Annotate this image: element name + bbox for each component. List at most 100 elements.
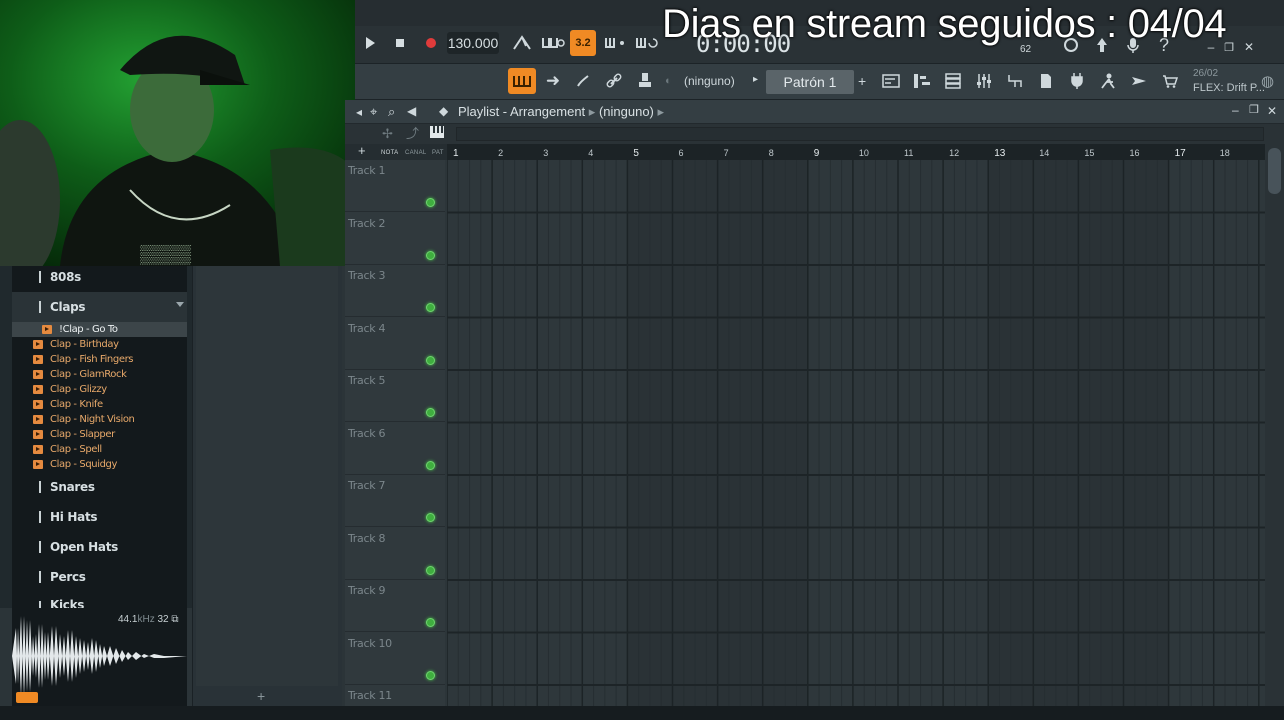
audio-file-icon	[33, 400, 43, 409]
metronome-button[interactable]	[509, 30, 535, 56]
track-header[interactable]: Track 4	[345, 318, 445, 370]
file-item[interactable]: Clap - GlamRock	[12, 367, 187, 382]
snap-icon[interactable]: ⌖	[370, 105, 377, 118]
mode-nota[interactable]: NOTA	[381, 150, 398, 156]
folder-open-hats[interactable]: Open Hats	[12, 532, 187, 562]
playlist-grid[interactable]	[447, 160, 1265, 710]
file-item[interactable]: Clap - Fish Fingers	[12, 352, 187, 367]
file-item[interactable]: Clap - Night Vision	[12, 412, 187, 427]
close-app-button[interactable]: ✕	[1242, 34, 1256, 60]
folder-claps[interactable]: Claps	[12, 292, 187, 322]
track-mute-led[interactable]	[426, 565, 435, 575]
preview-play-button[interactable]	[16, 692, 38, 703]
bar-number: 5	[633, 148, 639, 159]
link-button[interactable]	[601, 68, 627, 94]
touch-keyboard-button[interactable]	[1095, 68, 1121, 94]
folder-kicks[interactable]: Kicks	[12, 592, 187, 608]
pattern-selector[interactable]: Patrón 1	[766, 70, 854, 94]
mixer-button[interactable]	[971, 68, 997, 94]
shop-button[interactable]	[1157, 68, 1183, 94]
track-mute-led[interactable]	[426, 355, 435, 365]
stop-button[interactable]	[390, 30, 410, 56]
track-mute-led[interactable]	[426, 460, 435, 470]
add-button[interactable]: +	[257, 688, 265, 704]
send-icon	[1132, 77, 1146, 85]
piano-roll-button[interactable]	[909, 68, 935, 94]
stamp-button[interactable]	[632, 68, 658, 94]
folder-hi-hats[interactable]: Hi Hats	[12, 502, 187, 532]
channel-rack-button[interactable]	[940, 68, 966, 94]
track-header[interactable]: Track 1	[345, 160, 445, 212]
maximize-window-button[interactable]: ❐	[1249, 105, 1259, 116]
folder-808s[interactable]: 808s	[12, 262, 187, 292]
arrangement-label[interactable]: (ninguno)	[599, 104, 654, 119]
file-item[interactable]: Clap - Glizzy	[12, 382, 187, 397]
track-mute-led[interactable]	[426, 513, 435, 522]
track-header[interactable]: Track 10	[345, 633, 445, 685]
track-mute-led[interactable]	[426, 670, 435, 680]
pattern-hint-icon: ◐	[665, 75, 672, 87]
browser-button[interactable]	[1033, 68, 1059, 94]
file-item[interactable]: !Clap - Go To	[12, 322, 187, 337]
vertical-scrollbar[interactable]	[1265, 144, 1284, 710]
tempo-display[interactable]: 130.000	[447, 32, 499, 54]
record-button[interactable]	[421, 30, 441, 56]
folder-bar	[39, 511, 41, 523]
arrangement-selector-label[interactable]: (ninguno)	[684, 74, 735, 88]
add-track-button[interactable]: +	[358, 144, 366, 157]
playlist-menu-icon[interactable]: ◆	[439, 105, 448, 117]
file-item[interactable]: Clap - Squidgy	[12, 457, 187, 472]
track-header[interactable]: Track 3	[345, 265, 445, 317]
mode-pat[interactable]: PAT	[432, 150, 444, 156]
timeline-ruler[interactable]	[447, 144, 1265, 160]
pattern-song-mode-button[interactable]	[508, 68, 536, 94]
folder-snares[interactable]: Snares	[12, 472, 187, 502]
send-button[interactable]	[1126, 68, 1152, 94]
track-mute-led[interactable]	[426, 408, 435, 417]
add-pattern-button[interactable]: +	[858, 74, 866, 88]
track-mute-led[interactable]	[426, 618, 435, 627]
track-mute-led[interactable]	[426, 250, 435, 260]
file-item[interactable]: Clap - Birthday	[12, 337, 187, 352]
horizontal-scrollbar[interactable]	[456, 127, 1264, 141]
wait-input-button[interactable]	[540, 30, 566, 56]
play-button[interactable]	[360, 30, 380, 56]
pattern-picker-icon[interactable]: ✢	[382, 127, 393, 140]
pattern-mode-icon	[513, 76, 531, 87]
track-header[interactable]: Track 8	[345, 528, 445, 580]
snap-button[interactable]: 3.2	[570, 30, 596, 56]
bar-number: 13	[994, 148, 1006, 159]
track-mute-led[interactable]	[426, 198, 435, 207]
automation-icon[interactable]: ⤴	[406, 127, 419, 140]
scrollbar-thumb[interactable]	[1268, 148, 1281, 194]
file-item[interactable]: Clap - Spell	[12, 442, 187, 457]
track-header[interactable]: Track 6	[345, 423, 445, 475]
hint-date: 26/02	[1193, 68, 1219, 79]
plugin-database-button[interactable]	[1064, 68, 1090, 94]
piano-icon[interactable]	[430, 126, 444, 141]
mode-canal[interactable]: CANAL	[405, 150, 427, 156]
copy-icon[interactable]: ⧉	[171, 614, 178, 625]
folder-percs[interactable]: Percs	[12, 562, 187, 592]
speaker-icon[interactable]: ◀	[407, 105, 416, 117]
file-item[interactable]: Clap - Knife	[12, 397, 187, 412]
step-edit-button[interactable]	[603, 30, 629, 56]
loop-record-button[interactable]	[634, 30, 660, 56]
routing-button[interactable]	[1002, 68, 1028, 94]
pattern-prev-arrow[interactable]: ▸	[753, 75, 758, 85]
track-header[interactable]: Track 2	[345, 213, 445, 265]
brush-tool-button[interactable]	[570, 68, 596, 94]
minimize-window-button[interactable]: –	[1232, 104, 1239, 116]
toolbar-options-icon[interactable]: ◂	[356, 106, 362, 118]
track-header[interactable]: Track 7	[345, 475, 445, 527]
track-mute-led[interactable]	[426, 303, 435, 312]
track-name: Track 9	[348, 584, 386, 597]
track-header[interactable]: Track 9	[345, 580, 445, 632]
track-header[interactable]: Track 5	[345, 370, 445, 422]
zoom-icon[interactable]: ⌕	[388, 105, 395, 118]
fl-logo-icon[interactable]: ◍	[1261, 74, 1274, 89]
close-window-button[interactable]: ✕	[1267, 105, 1277, 117]
playlist-button[interactable]	[878, 68, 904, 94]
arrow-tool-button[interactable]: ➜	[540, 68, 566, 94]
file-item[interactable]: Clap - Slapper	[12, 427, 187, 442]
